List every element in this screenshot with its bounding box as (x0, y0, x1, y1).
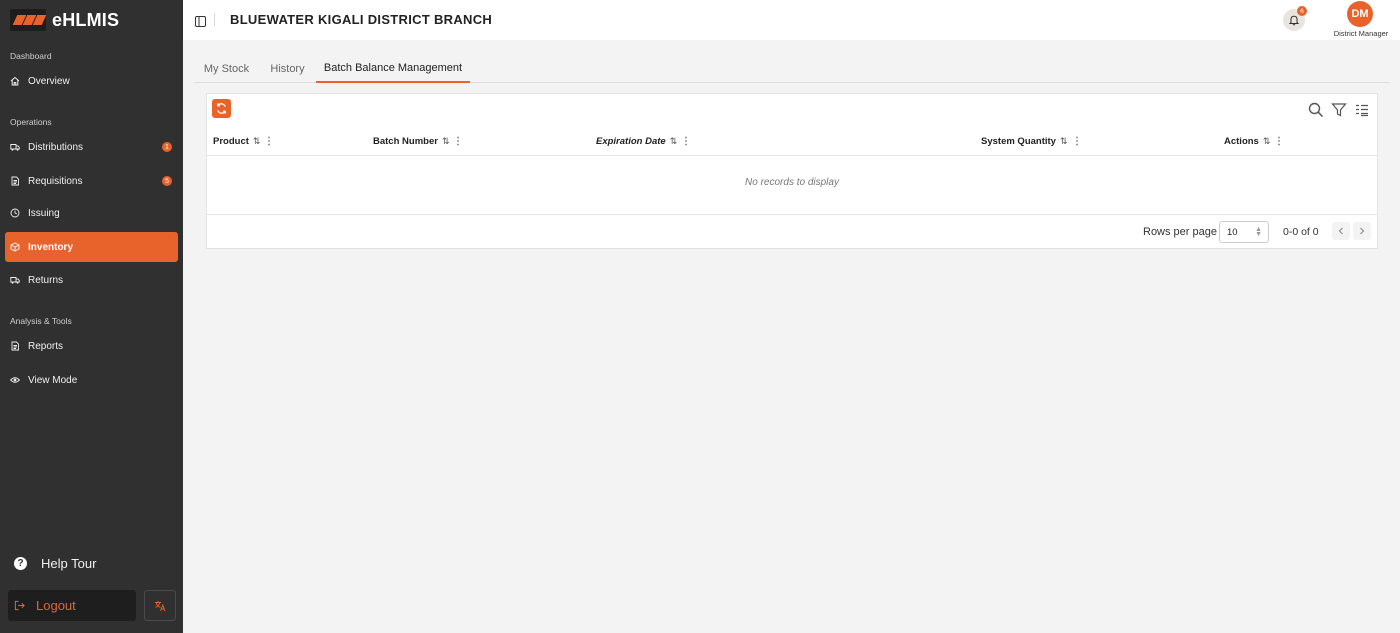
section-label-analysis: Analysis & Tools (10, 316, 72, 326)
rows-per-page-value: 10 (1227, 226, 1238, 238)
columns-button[interactable] (1354, 102, 1370, 118)
sidebar-toggle-icon (195, 16, 206, 27)
logout-icon (14, 600, 25, 611)
sidebar-item-reports[interactable]: Reports (5, 331, 178, 361)
chevron-left-icon (1338, 227, 1343, 235)
distributions-badge: 1 (162, 142, 172, 152)
avatar[interactable]: DM (1347, 1, 1373, 27)
section-label-operations: Operations (10, 117, 52, 127)
home-icon (10, 76, 20, 86)
column-label: Actions (1224, 135, 1259, 147)
section-label-dashboard: Dashboard (10, 51, 52, 61)
sidebar-toggle-button[interactable] (195, 14, 206, 27)
column-label: Product (213, 135, 249, 147)
help-tour-label: Help Tour (41, 556, 97, 571)
user-role: District Manager (1333, 29, 1389, 38)
header-divider (207, 155, 1377, 156)
box-icon (10, 242, 20, 252)
sort-icon[interactable]: ⇅ (442, 136, 450, 147)
pagination-range: 0-0 of 0 (1283, 226, 1319, 238)
header-divider (214, 13, 215, 26)
sidebar-item-label: Issuing (28, 207, 60, 219)
issuing-icon (10, 208, 20, 218)
truck-icon (10, 142, 20, 152)
filter-icon (1331, 103, 1347, 117)
sort-icon[interactable]: ⇅ (253, 136, 261, 147)
rows-per-page-select[interactable]: 10 ▲ ▼ (1219, 221, 1269, 243)
tab-history[interactable]: History (259, 54, 316, 83)
column-label: Batch Number (373, 135, 438, 147)
column-menu-icon[interactable] (1074, 136, 1080, 146)
search-button[interactable] (1308, 102, 1324, 118)
translate-icon (155, 600, 166, 611)
page-title: BLUEWATER KIGALI DISTRICT BRANCH (230, 12, 493, 27)
tabs: My Stock History Batch Balance Managemen… (194, 54, 1390, 83)
column-header-actions[interactable]: Actions ⇅ (1224, 134, 1282, 148)
filter-button[interactable] (1331, 102, 1347, 118)
rows-per-page-label: Rows per page (1143, 226, 1217, 238)
column-menu-icon[interactable] (455, 136, 461, 146)
sidebar-item-requisitions[interactable]: Requisitions 5 (5, 166, 178, 196)
column-header-product[interactable]: Product ⇅ (213, 134, 272, 148)
tab-my-stock[interactable]: My Stock (194, 54, 259, 83)
sidebar: eHLMIS Dashboard Overview Operations Dis… (0, 0, 183, 633)
language-button[interactable] (144, 590, 176, 621)
brand-name: eHLMIS (52, 9, 120, 30)
document-icon (10, 341, 20, 351)
help-tour-button[interactable]: ? Help Tour (14, 556, 96, 571)
sidebar-item-label: Requisitions (28, 175, 83, 187)
column-label: System Quantity (981, 135, 1056, 147)
truck-icon (10, 275, 20, 285)
sort-icon[interactable]: ⇅ (670, 136, 678, 147)
document-icon (10, 176, 20, 186)
sort-icon[interactable]: ⇅ (1060, 136, 1068, 147)
sort-icon[interactable]: ⇅ (1263, 136, 1271, 147)
sidebar-item-label: View Mode (28, 374, 78, 386)
empty-state-message: No records to display (745, 177, 839, 188)
chevron-right-icon (1360, 227, 1365, 235)
tab-batch-balance-management[interactable]: Batch Balance Management (316, 54, 470, 83)
sidebar-item-returns[interactable]: Returns (5, 265, 178, 295)
brand-logo (10, 9, 46, 31)
next-page-button[interactable] (1353, 222, 1371, 240)
column-menu-icon[interactable] (266, 136, 272, 146)
view-columns-icon (1356, 104, 1368, 117)
column-menu-icon[interactable] (683, 136, 689, 146)
column-header-system-quantity[interactable]: System Quantity ⇅ (981, 134, 1080, 148)
column-menu-icon[interactable] (1276, 136, 1282, 146)
refresh-button[interactable] (212, 99, 231, 118)
eye-icon (10, 375, 20, 385)
top-header: BLUEWATER KIGALI DISTRICT BRANCH 6 DM Di… (183, 0, 1400, 40)
sidebar-item-view-mode[interactable]: View Mode (5, 365, 178, 395)
sidebar-item-inventory[interactable]: Inventory (5, 232, 178, 262)
logout-button[interactable]: Logout (8, 590, 136, 621)
spinner-icon: ▲ ▼ (1255, 226, 1262, 238)
requisitions-badge: 5 (162, 176, 172, 186)
logout-label: Logout (36, 598, 76, 613)
column-label: Expiration Date (596, 135, 666, 147)
sidebar-item-label: Inventory (28, 241, 74, 253)
bell-icon (1288, 15, 1300, 26)
footer-divider (207, 214, 1377, 215)
sidebar-item-label: Overview (28, 75, 70, 87)
previous-page-button[interactable] (1332, 222, 1350, 240)
search-icon (1308, 102, 1324, 118)
sidebar-item-overview[interactable]: Overview (5, 66, 178, 96)
column-header-batch-number[interactable]: Batch Number ⇅ (373, 134, 461, 148)
notification-badge: 6 (1297, 6, 1307, 16)
sidebar-item-label: Returns (28, 274, 64, 286)
batch-balance-table-card: Product ⇅ Batch Number ⇅ Expiration Date… (206, 93, 1378, 249)
brand[interactable]: eHLMIS (10, 8, 119, 32)
sidebar-item-label: Reports (28, 340, 64, 352)
refresh-icon (217, 103, 226, 114)
help-icon: ? (14, 557, 27, 570)
sidebar-item-issuing[interactable]: Issuing (5, 198, 178, 228)
sidebar-item-label: Distributions (28, 141, 84, 153)
column-header-expiration-date[interactable]: Expiration Date ⇅ (596, 134, 689, 148)
sidebar-item-distributions[interactable]: Distributions 1 (5, 132, 178, 162)
